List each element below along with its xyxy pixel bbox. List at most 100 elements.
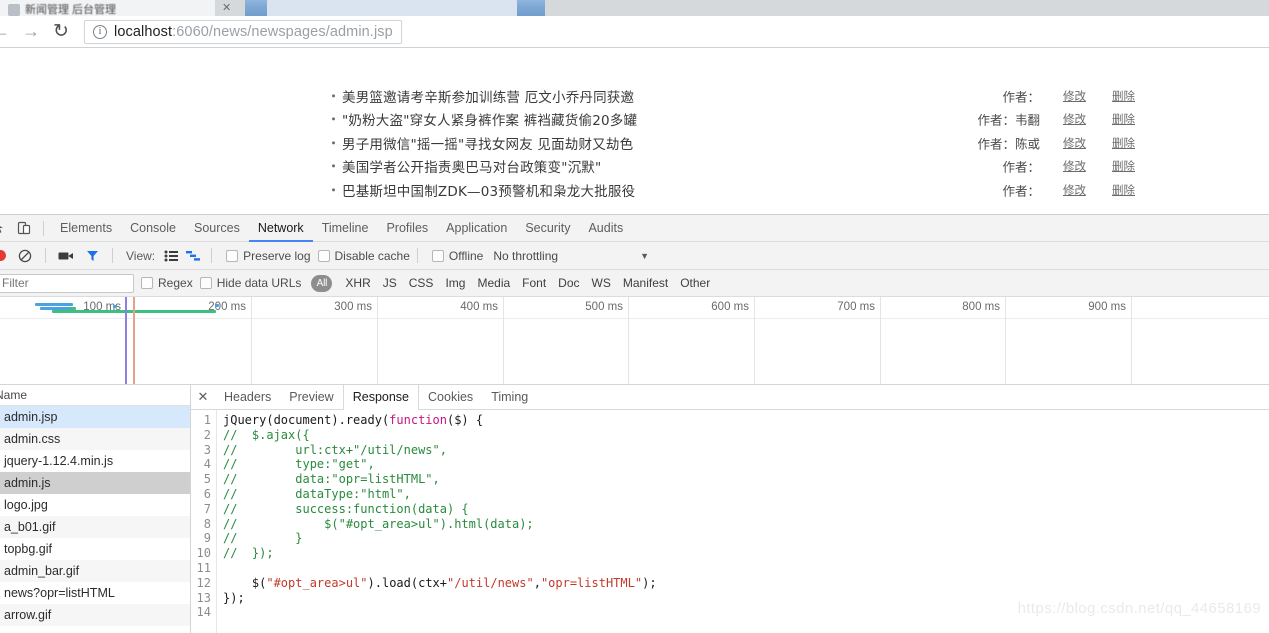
disable-cache-checkbox[interactable]: Disable cache	[317, 249, 410, 263]
view-label: View:	[126, 248, 156, 263]
detail-tab-cookies[interactable]: Cookies	[419, 385, 482, 410]
devtools-panel: Elements Console Sources Network Timeline Pro…	[0, 214, 1269, 633]
page-info-icon[interactable]: i	[93, 24, 107, 39]
type-filter-manifest[interactable]: Manifest	[617, 276, 674, 290]
devtools-tabbar: Elements Console Sources Network Timeline Pro…	[0, 215, 1269, 242]
overview-tick-label: 600 ms	[711, 301, 749, 313]
devtools-tab-audits[interactable]: Audits	[579, 215, 632, 242]
preserve-log-checkbox[interactable]: Preserve log	[226, 248, 311, 263]
detail-tab-preview[interactable]: Preview	[280, 385, 342, 410]
type-filter-js[interactable]: JS	[377, 276, 403, 290]
type-filter-media[interactable]: Media	[471, 276, 516, 290]
line-number: 5	[203, 472, 211, 487]
camera-icon[interactable]	[53, 243, 79, 269]
type-filter-img[interactable]: Img	[439, 276, 471, 290]
request-row[interactable]: admin.js	[0, 472, 190, 494]
edit-link[interactable]: 修改	[1063, 135, 1086, 151]
news-title[interactable]: 巴基斯坦中国制ZDK—03预警机和枭龙大批服役	[342, 180, 635, 200]
overview-tick-label: 400 ms	[460, 301, 498, 313]
devtools-tab-application[interactable]: Application	[437, 215, 516, 242]
checkbox-box	[226, 249, 239, 262]
line-number: 13	[196, 590, 211, 605]
devtools-tab-elements[interactable]: Elements	[51, 215, 121, 242]
delete-link[interactable]: 删除	[1112, 135, 1135, 151]
edit-link[interactable]: 修改	[1063, 88, 1086, 104]
overview-event-line	[133, 297, 135, 384]
list-view-icon[interactable]	[160, 245, 182, 267]
overview-gridline	[251, 297, 252, 384]
address-bar[interactable]: i localhost:6060/news/newspages/admin.js…	[84, 19, 402, 44]
close-icon[interactable]: ✕	[191, 389, 215, 405]
request-row[interactable]: a_b01.gif	[0, 516, 190, 538]
devtools-tab-console[interactable]: Console	[121, 215, 185, 242]
code-token: // }	[223, 531, 303, 546]
offline-checkbox[interactable]: Offline	[431, 249, 483, 263]
toolbar-separator	[416, 248, 418, 263]
line-number: 10	[196, 546, 211, 561]
devtools-tab-sources[interactable]: Sources	[185, 215, 249, 242]
delete-link[interactable]: 删除	[1112, 111, 1135, 127]
delete-link[interactable]: 删除	[1112, 182, 1135, 198]
overview-gridline	[880, 297, 881, 384]
throttling-select[interactable]: No throttling	[493, 249, 558, 263]
hide-data-urls-checkbox[interactable]: Hide data URLs	[199, 276, 301, 290]
delete-link[interactable]: 删除	[1112, 88, 1135, 104]
request-row[interactable]: topbg.gif	[0, 538, 190, 560]
inspect-element-icon[interactable]	[0, 216, 12, 240]
request-row[interactable]: news?opr=listHTML	[0, 582, 190, 604]
checkbox-box	[431, 249, 444, 262]
request-row[interactable]: admin.css	[0, 428, 190, 450]
screenshot-root: 新闻管理 后台管理 ✕ ← → ↻ i localhost:6060/news/…	[0, 0, 1269, 633]
type-filter-font[interactable]: Font	[516, 276, 552, 290]
type-filter-ws[interactable]: WS	[586, 276, 617, 290]
bullet-icon	[332, 117, 335, 121]
waterfall-view-icon[interactable]	[182, 245, 204, 267]
edit-link[interactable]: 修改	[1063, 111, 1086, 127]
clear-icon[interactable]	[12, 243, 38, 269]
devtools-tab-network[interactable]: Network	[248, 215, 313, 242]
news-title[interactable]: 美国学者公开指责奥巴马对台政策变"沉默"	[342, 156, 601, 176]
devtools-tab-profiles[interactable]: Profiles	[377, 215, 437, 242]
detail-tab-timing[interactable]: Timing	[482, 385, 537, 410]
detail-tab-headers[interactable]: Headers	[215, 385, 280, 410]
device-toolbar-icon[interactable]	[12, 216, 36, 240]
record-icon[interactable]	[0, 250, 12, 261]
back-arrow-icon[interactable]: ←	[0, 17, 16, 47]
filter-input[interactable]	[0, 273, 134, 293]
devtools-tab-security[interactable]: Security	[516, 215, 579, 242]
tab-close-icon[interactable]: ✕	[222, 2, 231, 14]
forward-arrow-icon[interactable]: →	[16, 17, 46, 47]
browser-tab-active[interactable]: 新闻管理 后台管理	[0, 0, 215, 16]
request-list-header[interactable]: Name	[0, 385, 190, 406]
request-row[interactable]: arrow.gif	[0, 604, 190, 626]
type-filter-doc[interactable]: Doc	[552, 276, 585, 290]
detail-tab-response[interactable]: Response	[342, 384, 420, 411]
code-token: // data:"opr=listHTML",	[223, 472, 440, 487]
edit-link[interactable]: 修改	[1063, 182, 1086, 198]
network-overview-timeline[interactable]: 100 ms 200 ms 300 ms 400 ms 500 ms 600 ms 700 …	[0, 297, 1269, 385]
type-filter-other[interactable]: Other	[674, 276, 716, 290]
request-row[interactable]: admin.jsp	[0, 406, 190, 428]
code-token: "opr=listHTML"	[540, 575, 643, 590]
type-filter-xhr[interactable]: XHR	[339, 276, 376, 290]
reload-icon[interactable]: ↻	[46, 17, 76, 47]
request-row[interactable]: admin_bar.gif	[0, 560, 190, 582]
news-title[interactable]: 美男篮邀请考辛斯参加训练营 厄文小乔丹同获邀	[342, 86, 634, 106]
watermark: https://blog.csdn.net/qq_44658169	[1017, 600, 1261, 617]
type-filter-all[interactable]: All	[311, 274, 333, 292]
funnel-icon[interactable]	[79, 243, 105, 269]
type-filter-css[interactable]: CSS	[403, 276, 440, 290]
request-row[interactable]: logo.jpg	[0, 494, 190, 516]
preserve-log-label: Preserve log	[243, 248, 311, 263]
regex-checkbox[interactable]: Regex	[141, 276, 193, 290]
url-text: localhost:6060/news/newspages/admin.jsp	[114, 24, 393, 40]
request-row[interactable]: jquery-1.12.4.min.js	[0, 450, 190, 472]
news-title[interactable]: "奶粉大盗"穿女人紧身裤作案 裤裆藏货偷20多罐	[342, 109, 637, 129]
news-title[interactable]: 男子用微信"摇一摇"寻找女网友 见面劫财又劫色	[342, 133, 633, 153]
chevron-down-icon[interactable]: ▼	[640, 251, 649, 261]
edit-link[interactable]: 修改	[1063, 158, 1086, 174]
delete-link[interactable]: 删除	[1112, 158, 1135, 174]
devtools-tab-timeline[interactable]: Timeline	[313, 215, 378, 242]
news-author: 作者：陈或	[977, 136, 1040, 152]
network-toolbar: View: Preserve log Disable cache Offline…	[0, 242, 1269, 270]
